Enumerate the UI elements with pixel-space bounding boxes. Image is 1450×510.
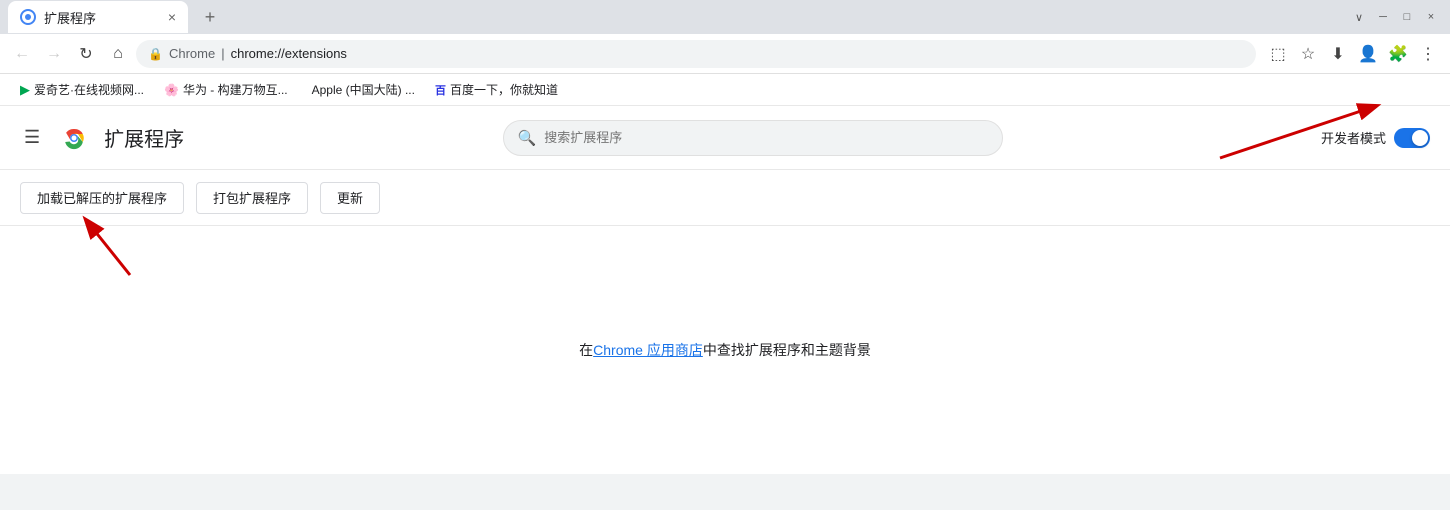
window-controls: ∨ ─ □ ×: [1352, 10, 1438, 24]
address-brand: Chrome: [169, 46, 215, 61]
search-box[interactable]: 🔍: [503, 120, 1003, 156]
download-button[interactable]: ⬇: [1324, 40, 1352, 68]
extensions-header: ☰ 扩展程序 🔍 开发者模式: [0, 106, 1450, 170]
bookmark-baidu-icon: 百: [435, 82, 446, 98]
extensions-page: ☰ 扩展程序 🔍 开发者模式: [0, 106, 1450, 474]
profile-button[interactable]: 👤: [1354, 40, 1382, 68]
ext-actions: 加载已解压的扩展程序 打包扩展程序 更新: [0, 170, 1450, 226]
toolbar-actions: ⬚ ☆ ⬇ 👤 🧩 ⋮: [1264, 40, 1442, 68]
empty-state: 在 Chrome 应用商店 中查找扩展程序和主题背景: [0, 226, 1450, 474]
bookmark-huawei-label: 华为 - 构建万物互...: [183, 81, 288, 98]
tab-favicon: [20, 9, 36, 25]
new-tab-button[interactable]: +: [196, 3, 224, 31]
cast-button[interactable]: ⬚: [1264, 40, 1292, 68]
chrome-store-link[interactable]: Chrome 应用商店: [593, 340, 703, 360]
address-bar: ← → ↻ ⌂ 🔒 Chrome | chrome://extensions ⬚…: [0, 34, 1450, 74]
developer-mode-section: 开发者模式: [1321, 128, 1430, 148]
empty-text-after: 中查找扩展程序和主题背景: [703, 340, 871, 360]
page-title: 扩展程序: [104, 123, 184, 152]
toggle-knob: [1412, 130, 1428, 146]
tab-title: 扩展程序: [44, 8, 96, 27]
bookmark-baidu[interactable]: 百 百度一下，你就知道: [427, 79, 566, 100]
bookmark-baidu-label: 百度一下，你就知道: [450, 81, 558, 98]
home-button[interactable]: ⌂: [104, 40, 132, 68]
refresh-button[interactable]: ↻: [72, 40, 100, 68]
active-tab[interactable]: 扩展程序 ×: [8, 1, 188, 33]
bookmark-apple[interactable]: Apple (中国大陆) ...: [300, 79, 423, 100]
address-input[interactable]: 🔒 Chrome | chrome://extensions: [136, 40, 1256, 68]
bookmark-apple-label: Apple (中国大陆) ...: [312, 81, 415, 98]
bookmark-button[interactable]: ☆: [1294, 40, 1322, 68]
bookmark-iqiyi-icon: ▶: [20, 82, 30, 98]
bookmark-huawei[interactable]: 🌸 华为 - 构建万物互...: [156, 79, 296, 100]
lock-icon: 🔒: [148, 47, 163, 61]
hamburger-menu[interactable]: ☰: [20, 123, 44, 152]
close-button[interactable]: ×: [1424, 10, 1438, 24]
maximize-button[interactable]: □: [1400, 10, 1414, 24]
search-input[interactable]: [544, 130, 987, 145]
bookmark-iqiyi[interactable]: ▶ 爱奇艺·在线视频网...: [12, 79, 152, 100]
address-separator: |: [221, 46, 224, 61]
title-bar: 扩展程序 × + ∨ ─ □ ×: [0, 0, 1450, 34]
chrome-logo: [60, 124, 88, 152]
bookmark-iqiyi-label: 爱奇艺·在线视频网...: [34, 81, 144, 98]
back-button[interactable]: ←: [8, 40, 36, 68]
search-icon: 🔍: [518, 129, 537, 147]
bookmark-huawei-icon: 🌸: [164, 83, 179, 97]
menu-button[interactable]: ⋮: [1414, 40, 1442, 68]
minimize-button2[interactable]: ─: [1376, 10, 1390, 24]
developer-mode-label: 开发者模式: [1321, 128, 1386, 147]
address-url: chrome://extensions: [231, 46, 347, 61]
update-button[interactable]: 更新: [320, 182, 380, 214]
pack-extension-button[interactable]: 打包扩展程序: [196, 182, 308, 214]
bookmarks-bar: ▶ 爱奇艺·在线视频网... 🌸 华为 - 构建万物互... Apple (中国…: [0, 74, 1450, 106]
empty-text-before: 在: [579, 340, 593, 360]
tab-close-btn[interactable]: ×: [168, 9, 176, 25]
extensions-button[interactable]: 🧩: [1384, 40, 1412, 68]
forward-button[interactable]: →: [40, 40, 68, 68]
minimize-button[interactable]: ∨: [1352, 10, 1366, 24]
developer-mode-toggle[interactable]: [1394, 128, 1430, 148]
load-unpacked-button[interactable]: 加载已解压的扩展程序: [20, 182, 184, 214]
